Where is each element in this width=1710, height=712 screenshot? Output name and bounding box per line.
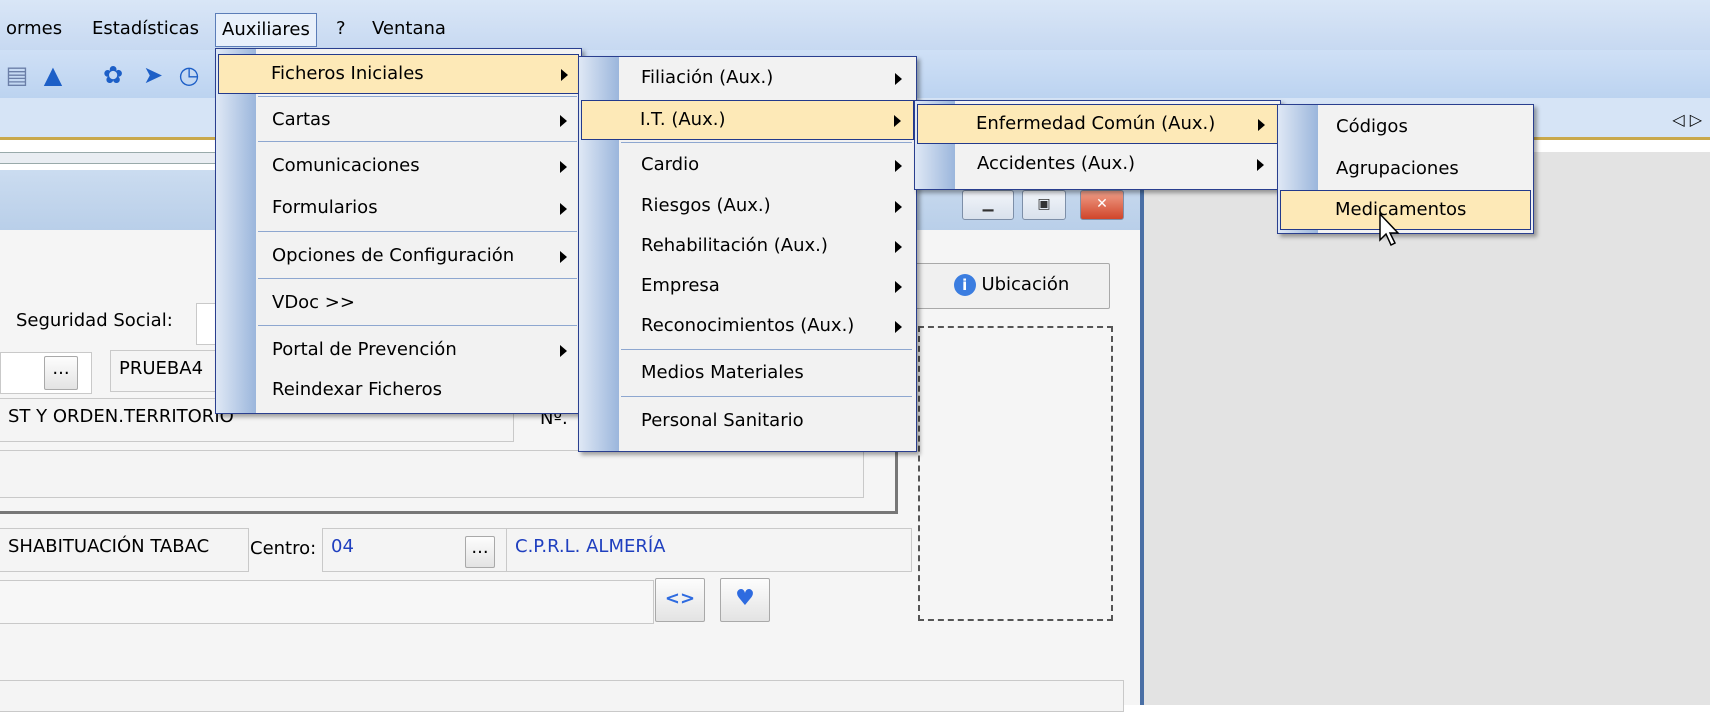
send-icon[interactable]: ➤: [140, 62, 166, 88]
submenu-arrow-icon: [560, 251, 567, 263]
minimize-button[interactable]: ▁: [962, 190, 1014, 220]
clock-icon[interactable]: ◷: [176, 62, 202, 88]
menu-item-portal-prevencion[interactable]: Portal de Prevención: [218, 331, 579, 369]
submenu-arrow-icon: [894, 115, 901, 127]
code-button[interactable]: <>: [655, 578, 705, 622]
submenu-arrow-icon: [895, 201, 902, 213]
menu-bar: ormes Estadísticas Auxiliares ? Ventana: [0, 0, 1710, 50]
scroll-left-icon[interactable]: ◁ ▷: [1672, 110, 1702, 129]
auxiliares-menu: Ficheros Iniciales Cartas Comunicaciones…: [215, 48, 582, 414]
blank-field[interactable]: [0, 580, 654, 624]
menu-separator: [258, 141, 577, 142]
menu-separator: [621, 396, 912, 397]
menu-item-personal-sanitario[interactable]: Personal Sanitario: [581, 402, 914, 440]
menu-estadisticas[interactable]: Estadísticas: [86, 13, 205, 45]
menu-item-agrupaciones[interactable]: Agrupaciones: [1280, 150, 1531, 188]
submenu-arrow-icon: [1258, 119, 1265, 131]
menu-item-comunicaciones[interactable]: Comunicaciones: [218, 147, 579, 185]
menu-auxiliares[interactable]: Auxiliares: [215, 13, 317, 47]
centro-name-field: C.P.R.L. ALMERÍA: [506, 528, 912, 572]
menu-item-codigos[interactable]: Códigos: [1280, 108, 1531, 146]
mouse-cursor-icon: [1379, 212, 1400, 247]
right-pane: [1140, 152, 1710, 705]
submenu-arrow-icon: [895, 73, 902, 85]
enfermedad-comun-menu: Códigos Agrupaciones Medicamentos: [1277, 104, 1534, 234]
menu-item-rehabilitacion[interactable]: Rehabilitación (Aux.): [581, 227, 914, 265]
menu-separator: [621, 349, 912, 350]
submenu-arrow-icon: [560, 115, 567, 127]
menu-item-vdoc[interactable]: VDoc >>: [218, 284, 579, 322]
menu-item-enfermedad-comun[interactable]: Enfermedad Común (Aux.): [917, 104, 1278, 144]
menu-item-medios-materiales[interactable]: Medios Materiales: [581, 354, 914, 392]
empty-field: [0, 450, 864, 498]
centro-label: Centro:: [250, 538, 317, 559]
menu-separator: [621, 142, 912, 143]
gear-icon[interactable]: ✿: [100, 62, 126, 88]
info-icon: i: [953, 274, 976, 296]
browse-button[interactable]: ...: [44, 356, 78, 390]
centro-browse-button[interactable]: ...: [465, 536, 495, 568]
menu-separator: [258, 325, 577, 326]
submenu-arrow-icon: [560, 203, 567, 215]
menu-separator: [258, 278, 577, 279]
menu-item-empresa[interactable]: Empresa: [581, 267, 914, 305]
tabac-field: SHABITUACIÓN TABAC: [0, 528, 249, 572]
ubicacion-button[interactable]: i Ubicación: [913, 263, 1110, 309]
menu-item-accidentes[interactable]: Accidentes (Aux.): [917, 145, 1278, 183]
menu-item-cartas[interactable]: Cartas: [218, 101, 579, 139]
menu-item-filiacion[interactable]: Filiación (Aux.): [581, 59, 914, 97]
submenu-arrow-icon: [895, 281, 902, 293]
menu-separator: [258, 96, 577, 97]
menu-item-medicamentos[interactable]: Medicamentos: [1280, 190, 1531, 230]
maximize-button[interactable]: ▣: [1022, 190, 1066, 220]
menu-item-riesgos[interactable]: Riesgos (Aux.): [581, 187, 914, 225]
menu-item-it[interactable]: I.T. (Aux.): [581, 100, 914, 140]
ficheros-iniciales-menu: Filiación (Aux.) I.T. (Aux.) Cardio Ries…: [578, 56, 917, 452]
menu-informes[interactable]: ormes: [0, 13, 68, 45]
close-button[interactable]: ✕: [1080, 190, 1124, 220]
menu-item-opciones-configuracion[interactable]: Opciones de Configuración: [218, 237, 579, 275]
submenu-arrow-icon: [895, 241, 902, 253]
submenu-arrow-icon: [895, 321, 902, 333]
bottom-field: [0, 680, 1124, 712]
menu-item-reindexar[interactable]: Reindexar Ficheros: [218, 371, 579, 409]
heart-icon[interactable]: ♥: [720, 578, 770, 622]
group-border-bottom: [0, 511, 898, 514]
seguridad-label: Seguridad Social:: [16, 310, 173, 331]
menu-item-ficheros-iniciales[interactable]: Ficheros Iniciales: [218, 54, 579, 94]
submenu-arrow-icon: [560, 345, 567, 357]
warning-icon[interactable]: ▲: [40, 62, 66, 88]
menu-ventana[interactable]: Ventana: [366, 13, 452, 45]
menu-item-formularios[interactable]: Formularios: [218, 189, 579, 227]
menu-separator: [258, 231, 577, 232]
prueba-field: PRUEBA4: [110, 350, 230, 392]
menu-item-reconocimientos[interactable]: Reconocimientos (Aux.): [581, 307, 914, 345]
submenu-arrow-icon: [895, 160, 902, 172]
menu-item-cardio[interactable]: Cardio: [581, 146, 914, 184]
menu-help[interactable]: ?: [330, 13, 352, 45]
submenu-arrow-icon: [560, 161, 567, 173]
submenu-arrow-icon: [1257, 159, 1264, 171]
it-menu: Enfermedad Común (Aux.) Accidentes (Aux.…: [914, 100, 1281, 190]
photo-placeholder: [918, 326, 1113, 621]
notes-icon[interactable]: ▤: [4, 62, 30, 88]
submenu-arrow-icon: [561, 69, 568, 81]
